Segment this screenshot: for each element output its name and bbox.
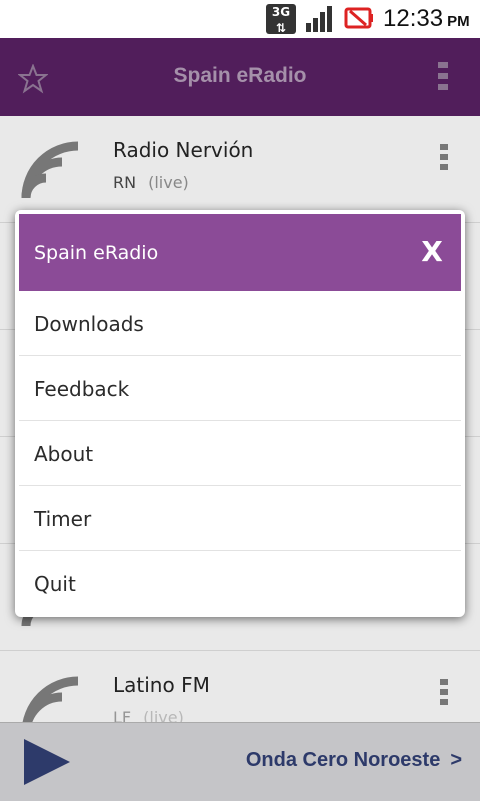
dialog-menu-list: Downloads Feedback About Timer Quit <box>19 291 461 615</box>
station-row[interactable]: Radio Nervión RN (live) <box>0 116 480 223</box>
action-bar: Spain eRadio <box>0 38 480 116</box>
radio-waves-icon <box>21 141 79 199</box>
dialog-header: Spain eRadio X <box>19 214 461 291</box>
network-3g-icon: 3G ⇅ <box>266 4 296 35</box>
dialog-title: Spain eRadio <box>34 242 159 264</box>
overflow-menu-icon[interactable] <box>438 62 452 94</box>
clock: 12:33 PM <box>383 5 470 32</box>
play-icon[interactable] <box>22 737 72 787</box>
app-title: Spain eRadio <box>173 64 307 87</box>
station-meta: RN (live) <box>113 173 189 192</box>
more-icon[interactable] <box>440 144 450 174</box>
more-icon[interactable] <box>440 679 450 709</box>
close-icon[interactable]: X <box>417 234 447 270</box>
station-name: Radio Nervión <box>113 138 254 162</box>
now-playing-station[interactable]: Onda Cero Noroeste > <box>246 749 462 772</box>
menu-item-quit[interactable]: Quit <box>19 551 461 615</box>
menu-item-timer[interactable]: Timer <box>19 486 461 551</box>
battery-alert-icon <box>344 7 373 29</box>
station-name: Latino FM <box>113 673 210 697</box>
player-bar: Onda Cero Noroeste > <box>0 722 480 801</box>
status-bar: 3G ⇅ 12:33 PM <box>0 0 480 38</box>
menu-item-about[interactable]: About <box>19 421 461 486</box>
menu-item-downloads[interactable]: Downloads <box>19 291 461 356</box>
signal-icon <box>306 6 332 32</box>
menu-dialog: Spain eRadio X Downloads Feedback About … <box>15 210 465 617</box>
menu-item-feedback[interactable]: Feedback <box>19 356 461 421</box>
chevron-right-icon: > <box>450 749 462 771</box>
